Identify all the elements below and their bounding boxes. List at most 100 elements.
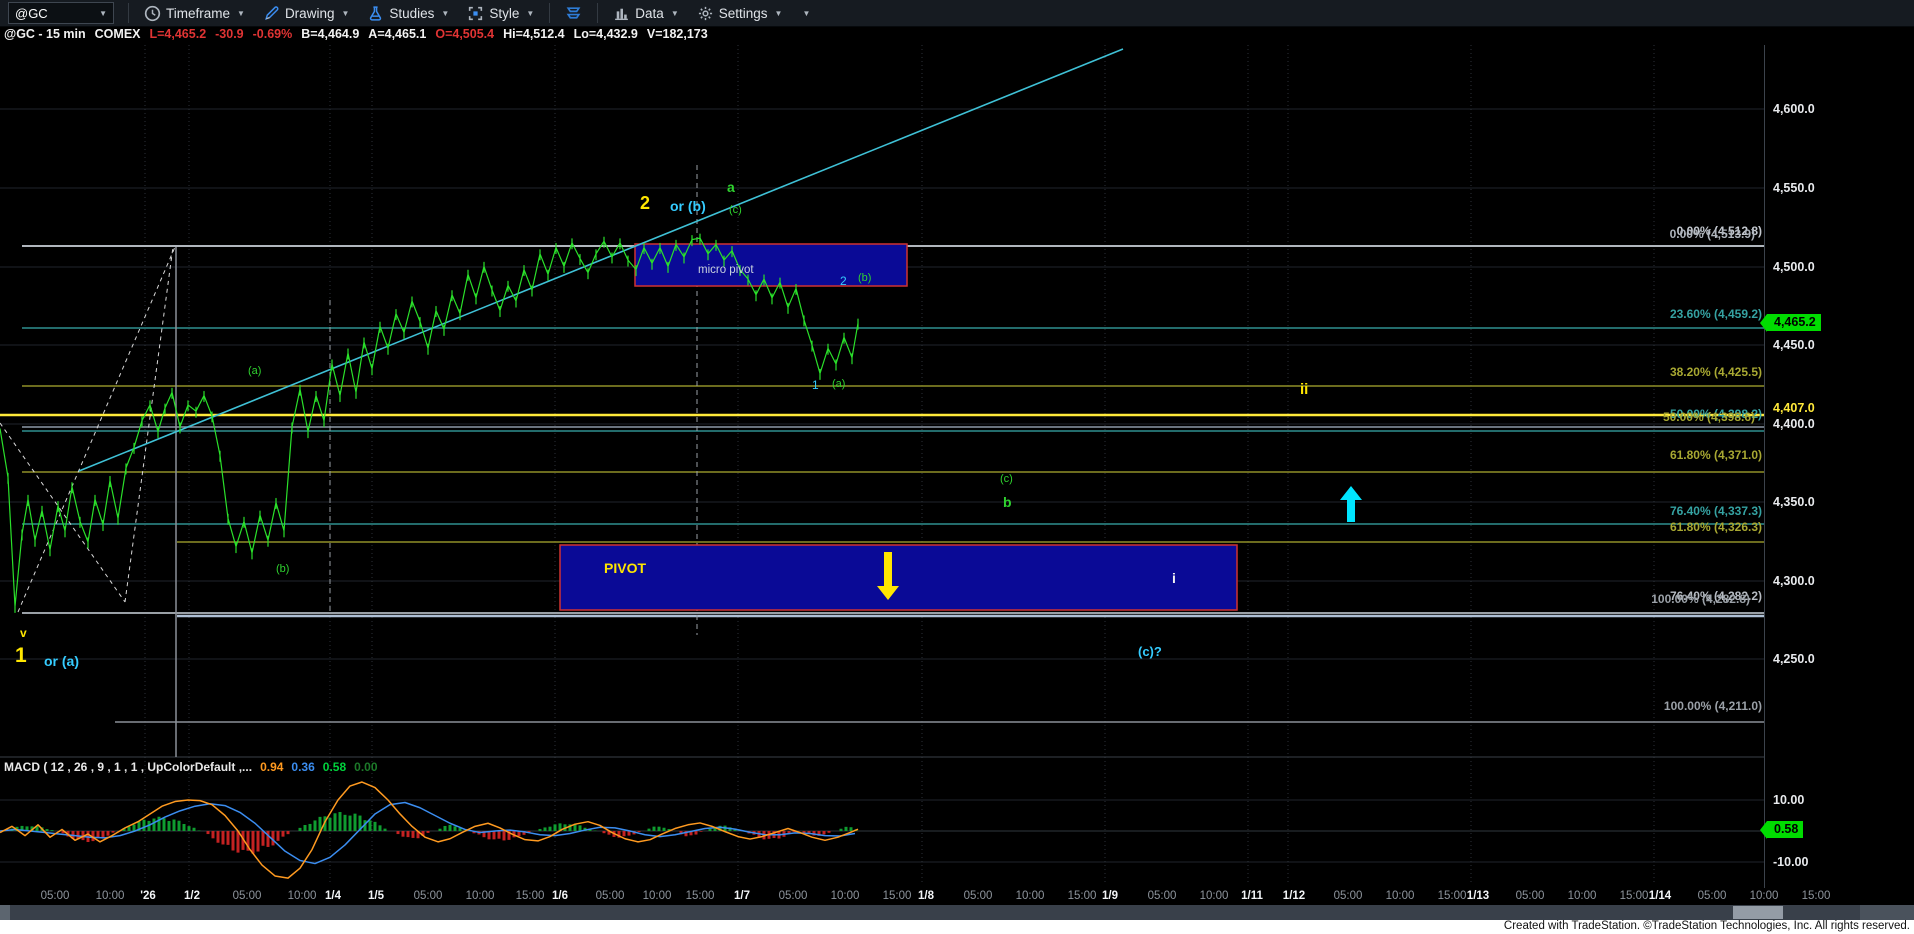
menu-label: Studies [389,6,434,21]
axis-time-label: 15:00 [686,890,715,902]
fib-label: 61.80% (4,371.0) [1670,449,1762,461]
scrollbar-thumb[interactable] [1733,906,1783,919]
axis-time-label: 05:00 [1148,890,1177,902]
quote-field: B=4,464.9 [301,27,359,43]
quote-field: Lo=4,432.9 [574,27,638,43]
axis-date-label: 1/6 [552,890,568,902]
wave-label: (a) [832,379,845,390]
wave-label: (b) [276,564,289,575]
menu-style[interactable]: Style▼ [458,0,543,26]
axis-date-label: 1/8 [918,890,934,902]
menu-settings[interactable]: Settings▼ [688,0,792,26]
style-icon [467,5,484,22]
layers-button[interactable] [556,0,591,26]
chevron-down-icon[interactable]: ▼ [99,9,107,18]
dashed-trendline [0,423,125,602]
quote-field: A=4,465.1 [368,27,426,43]
axis-time-label: 05:00 [964,890,993,902]
wave-label: 1 [15,645,27,666]
stacked-panels-icon [565,5,582,22]
chevron-down-icon: ▼ [802,9,810,18]
quote-field: L=4,465.2 [150,27,207,43]
menu-drawing[interactable]: Drawing▼ [254,0,358,26]
axis-date-label: 1/4 [325,890,341,902]
wave-label: 1 [812,379,819,391]
quote-line: @GC - 15 minCOMEXL=4,465.2-30.9-0.69%B=4… [4,27,708,43]
toolbar-divider [597,3,598,23]
toolbar-divider [549,3,550,23]
wave-label: (b) [858,273,871,284]
quote-field: @GC - 15 min [4,27,86,43]
fib-label: 76.40% (4,337.3) [1670,505,1762,517]
axis-price-label: 4,600.0 [1773,102,1815,116]
axis-time-label: 05:00 [233,890,262,902]
scrollbar-right-piece[interactable] [1860,905,1914,920]
chart-canvas[interactable] [0,0,1914,934]
more-menu-button[interactable]: ▼ [791,0,819,26]
quote-field: O=4,505.4 [435,27,494,43]
axis-time-label: 10:00 [643,890,672,902]
menu-data[interactable]: Data ▼ [604,0,687,26]
chevron-down-icon: ▼ [341,9,349,18]
toolbar: @GC ▼ Timeframe▼ Drawing▼ Studies ▼ Style… [0,0,1914,27]
axis-date-label: 1/2 [184,890,200,902]
axis-time-label: 10:00 [1568,890,1597,902]
copyright-text: Created with TradeStation. ©TradeStation… [1504,920,1910,932]
axis-time-label: 15:00 [1068,890,1097,902]
macd-param: 0.36 [291,760,314,774]
axis-time-label: 15:00 [1438,890,1467,902]
fib-label: 100.00% (4,211.0) [1664,700,1762,712]
axis-time-label: 10:00 [1200,890,1229,902]
wave-label: 2 [640,194,650,212]
scrollbar-left-piece[interactable] [0,905,10,920]
status-bar: Created with TradeStation. ©TradeStation… [0,920,1914,934]
axis-time-label: 05:00 [1334,890,1363,902]
menu-label: Data [635,6,664,21]
macd-header[interactable]: MACD ( 12 , 26 , 9 , 1 , 1 , UpColorDefa… [4,760,378,774]
gear-icon [697,5,714,22]
wave-label: or (a) [44,654,79,668]
fib-label: 50.00% (4,398.6) [1663,411,1755,423]
horizontal-scrollbar[interactable] [0,905,1914,920]
axis-time-label: 05:00 [596,890,625,902]
wave-label: (c) [1000,474,1013,485]
time-axis[interactable]: 05:0010:00'261/205:0010:001/41/505:0010:… [0,888,1914,905]
axis-time-label: 05:00 [414,890,443,902]
price-axis[interactable]: 4,600.04,550.04,500.04,450.04,400.04,350… [1764,45,1914,888]
axis-price-label: 4,500.0 [1773,260,1815,274]
menu-timeframe[interactable]: Timeframe▼ [135,0,254,26]
axis-date-label: 1/7 [734,890,750,902]
macd-param: 0.94 [260,760,283,774]
alert-price-label: 4,407.0 [1773,401,1815,415]
axis-time-label: 05:00 [1698,890,1727,902]
fib-label: 61.80% (4,326.3) [1670,521,1762,533]
wave-label: a [727,180,735,194]
axis-time-label: 10:00 [831,890,860,902]
bar-chart-icon [613,5,630,22]
chevron-down-icon: ▼ [671,9,679,18]
wave-label: i [1172,571,1176,585]
menu-label: Settings [719,6,768,21]
axis-date-label: 1/13 [1467,890,1489,902]
quote-field: -0.69% [253,27,293,43]
last-price-tag: 4,465.2 [1767,314,1821,331]
axis-price-label: 10.00 [1773,793,1804,807]
fib-label: 100.00% (4,282.8) [1651,593,1750,605]
menu-studies[interactable]: Studies ▼ [358,0,458,26]
clock-icon [144,5,161,22]
symbol-input[interactable]: @GC ▼ [8,2,114,24]
toolbar-divider [128,3,129,23]
wave-label: v [20,627,27,639]
symbol-value: @GC [15,6,48,21]
menu-label: Style [489,6,519,21]
quote-field: V=182,173 [647,27,708,43]
up-arrow-icon [1340,486,1362,522]
chevron-down-icon: ▼ [441,9,449,18]
axis-time-label: 05:00 [41,890,70,902]
wave-label: (a) [248,366,261,377]
axis-price-label: 4,350.0 [1773,495,1815,509]
axis-time-label: 10:00 [466,890,495,902]
wave-label: or (b) [670,199,706,213]
flask-icon [367,5,384,22]
wave-label: b [1003,495,1012,509]
